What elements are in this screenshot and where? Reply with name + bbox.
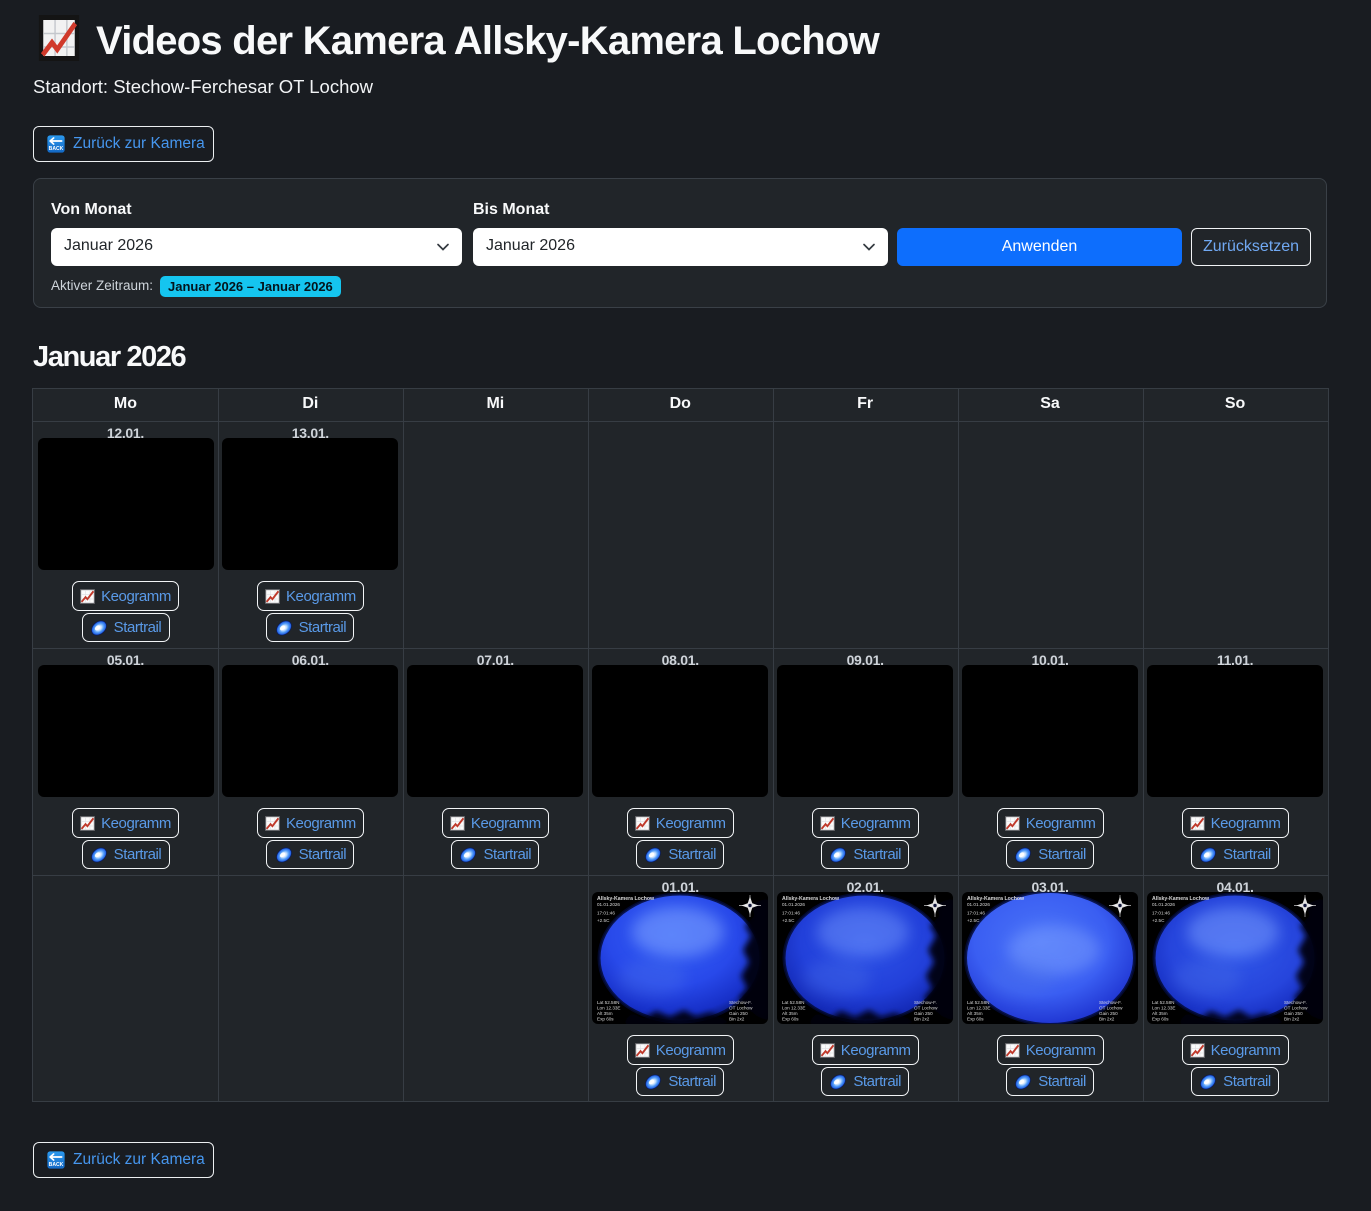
svg-text:Lat 52.58N: Lat 52.58N	[1152, 1000, 1174, 1005]
svg-text:17:01:46: 17:01:46	[597, 911, 615, 916]
svg-text:01.01.2026: 01.01.2026	[1152, 902, 1175, 907]
svg-text:Bin 2x2: Bin 2x2	[914, 1017, 930, 1022]
svg-text:Alt 35m: Alt 35m	[782, 1011, 798, 1016]
svg-text:Stechow-F.: Stechow-F.	[729, 1000, 752, 1005]
svg-text:OT Lochow: OT Lochow	[729, 1006, 753, 1011]
svg-text:+2.5C: +2.5C	[782, 918, 795, 923]
svg-text:01.01.2026: 01.01.2026	[967, 902, 990, 907]
svg-text:Bin 2x2: Bin 2x2	[1284, 1017, 1300, 1022]
svg-text:Lat 52.58N: Lat 52.58N	[967, 1000, 989, 1005]
svg-text:Gain 250: Gain 250	[1284, 1011, 1303, 1016]
svg-text:Exp 60s: Exp 60s	[782, 1017, 799, 1022]
svg-text:Exp 60s: Exp 60s	[597, 1017, 614, 1022]
svg-text:Bin 2x2: Bin 2x2	[1099, 1017, 1115, 1022]
svg-text:Stechow-F.: Stechow-F.	[1099, 1000, 1122, 1005]
svg-text:Gain 250: Gain 250	[729, 1011, 748, 1016]
svg-text:Gain 250: Gain 250	[914, 1011, 933, 1016]
svg-text:Alt 35m: Alt 35m	[967, 1011, 983, 1016]
svg-text:Alt 35m: Alt 35m	[597, 1011, 613, 1016]
svg-text:OT Lochow: OT Lochow	[1099, 1006, 1123, 1011]
svg-text:Lon 12.33E: Lon 12.33E	[1152, 1006, 1176, 1011]
svg-text:Lat 52.58N: Lat 52.58N	[782, 1000, 804, 1005]
svg-text:Alt 35m: Alt 35m	[1152, 1011, 1168, 1016]
svg-text:Stechow-F.: Stechow-F.	[914, 1000, 937, 1005]
svg-text:OT Lochow: OT Lochow	[914, 1006, 938, 1011]
svg-text:17:01:46: 17:01:46	[967, 911, 985, 916]
svg-text:+2.5C: +2.5C	[597, 918, 610, 923]
svg-text:01.01.2026: 01.01.2026	[782, 902, 805, 907]
svg-text:Stechow-F.: Stechow-F.	[1284, 1000, 1307, 1005]
svg-text:Gain 250: Gain 250	[1099, 1011, 1118, 1016]
svg-text:01.01.2026: 01.01.2026	[597, 902, 620, 907]
svg-text:Lat 52.58N: Lat 52.58N	[597, 1000, 619, 1005]
svg-text:Lon 12.33E: Lon 12.33E	[967, 1006, 991, 1011]
svg-text:Exp 60s: Exp 60s	[1152, 1017, 1169, 1022]
svg-text:17:01:46: 17:01:46	[782, 911, 800, 916]
svg-text:Exp 60s: Exp 60s	[967, 1017, 984, 1022]
svg-text:OT Lochow: OT Lochow	[1284, 1006, 1308, 1011]
svg-text:+2.5C: +2.5C	[1152, 918, 1165, 923]
svg-text:BACK: BACK	[49, 1162, 64, 1168]
svg-text:Lon 12.33E: Lon 12.33E	[782, 1006, 806, 1011]
svg-text:Lon 12.33E: Lon 12.33E	[597, 1006, 621, 1011]
svg-text:+2.5C: +2.5C	[967, 918, 980, 923]
svg-text:Bin 2x2: Bin 2x2	[729, 1017, 745, 1022]
svg-text:17:01:46: 17:01:46	[1152, 911, 1170, 916]
svg-text:BACK: BACK	[49, 146, 64, 152]
